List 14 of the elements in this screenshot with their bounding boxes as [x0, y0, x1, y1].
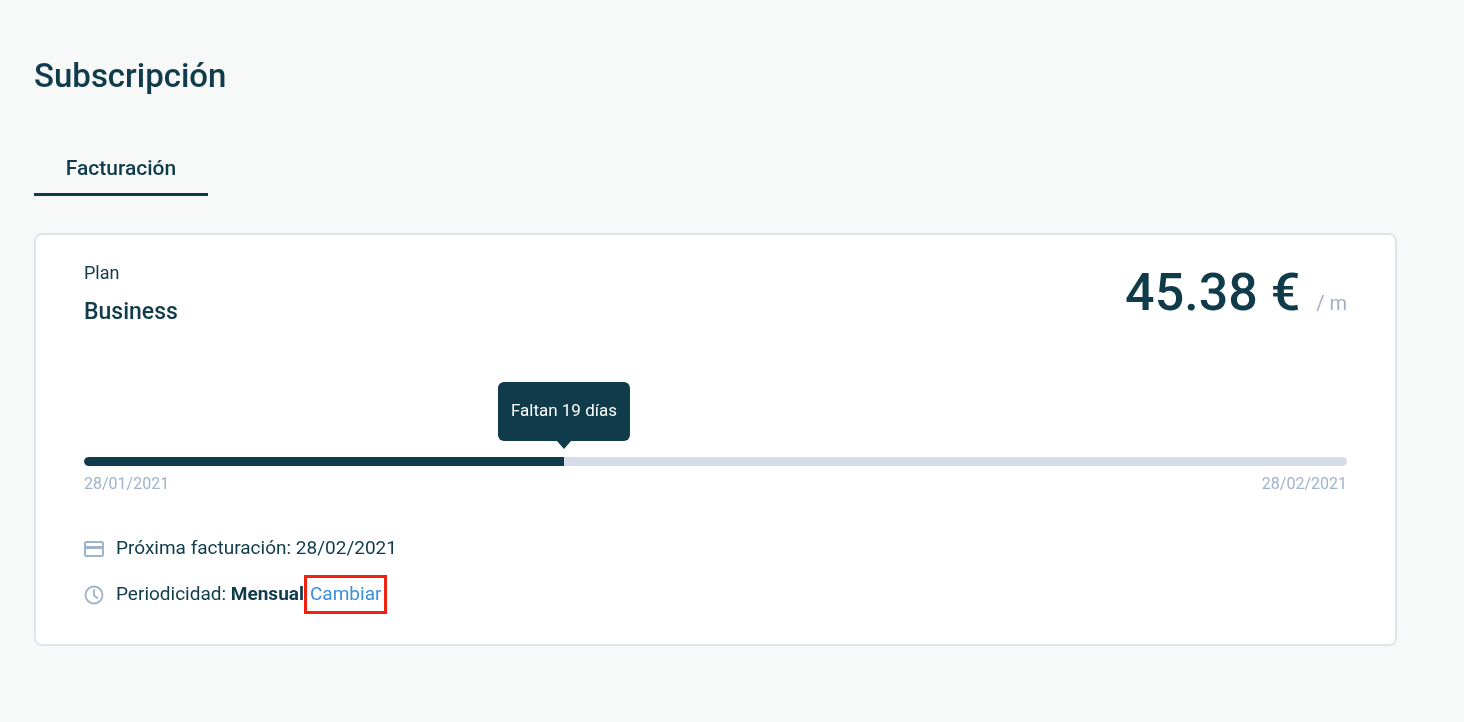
credit-card-icon — [84, 540, 104, 557]
price-period: / m — [1316, 290, 1347, 317]
detail-text: Periodicidad: Mensual — [116, 581, 304, 608]
plan-label: Plan — [84, 261, 121, 285]
plan-name: Business — [84, 297, 178, 327]
clock-icon — [84, 584, 104, 605]
price: 45.38 € — [1125, 265, 1301, 321]
tooltip-arrow — [556, 440, 571, 449]
start-date: 28/01/2021 — [84, 472, 170, 495]
detail-text: Próxima facturación: 28/02/2021 — [116, 535, 397, 562]
tab[interactable]: Facturación — [34, 152, 208, 196]
page-title: Subscripción — [34, 56, 228, 96]
tooltip: Faltan 19 días — [497, 381, 630, 441]
end-date: 28/02/2021 — [1261, 472, 1347, 495]
